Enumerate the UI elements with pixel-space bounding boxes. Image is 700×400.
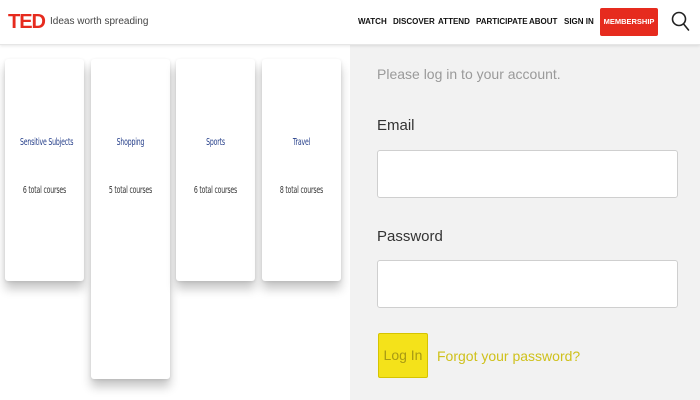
nav-participate[interactable]: PARTICIPATE: [476, 17, 528, 27]
course-card[interactable]: Sensitive Subjects 6 total courses: [5, 59, 84, 281]
course-cards-area: Sensitive Subjects 6 total courses Shopp…: [0, 45, 350, 400]
card-course-count: 6 total courses: [22, 185, 67, 196]
nav-sign-in[interactable]: SIGN IN: [564, 17, 594, 27]
card-title: Shopping: [116, 137, 145, 148]
login-button[interactable]: Log In: [378, 333, 428, 378]
card-title: Travel: [292, 137, 311, 148]
email-field[interactable]: [377, 150, 678, 198]
membership-button[interactable]: MEMBERSHIP: [600, 8, 658, 36]
card-course-count: 5 total courses: [108, 185, 153, 196]
email-label: Email: [377, 117, 415, 134]
nav-about[interactable]: ABOUT: [529, 17, 557, 27]
nav-attend[interactable]: ATTEND: [438, 17, 470, 27]
nav-discover[interactable]: DISCOVER: [393, 17, 435, 27]
card-course-count: 8 total courses: [279, 185, 324, 196]
site-header: TED Ideas worth spreading WATCH DISCOVER…: [0, 0, 700, 45]
card-title: Sports: [206, 137, 225, 148]
course-card[interactable]: Shopping 5 total courses: [91, 59, 170, 379]
nav-watch[interactable]: WATCH: [358, 17, 387, 27]
card-course-count: 6 total courses: [193, 185, 238, 196]
course-card[interactable]: Travel 8 total courses: [262, 59, 341, 281]
ted-logo[interactable]: TED: [8, 11, 46, 33]
site-tagline: Ideas worth spreading: [50, 16, 149, 27]
password-field[interactable]: [377, 260, 678, 308]
login-prompt: Please log in to your account.: [377, 66, 561, 82]
course-card[interactable]: Sports 6 total courses: [176, 59, 255, 281]
card-title: Sensitive Subjects: [20, 137, 74, 148]
search-icon[interactable]: [670, 10, 690, 32]
password-label: Password: [377, 228, 443, 245]
forgot-password-link[interactable]: Forgot your password?: [437, 348, 580, 364]
